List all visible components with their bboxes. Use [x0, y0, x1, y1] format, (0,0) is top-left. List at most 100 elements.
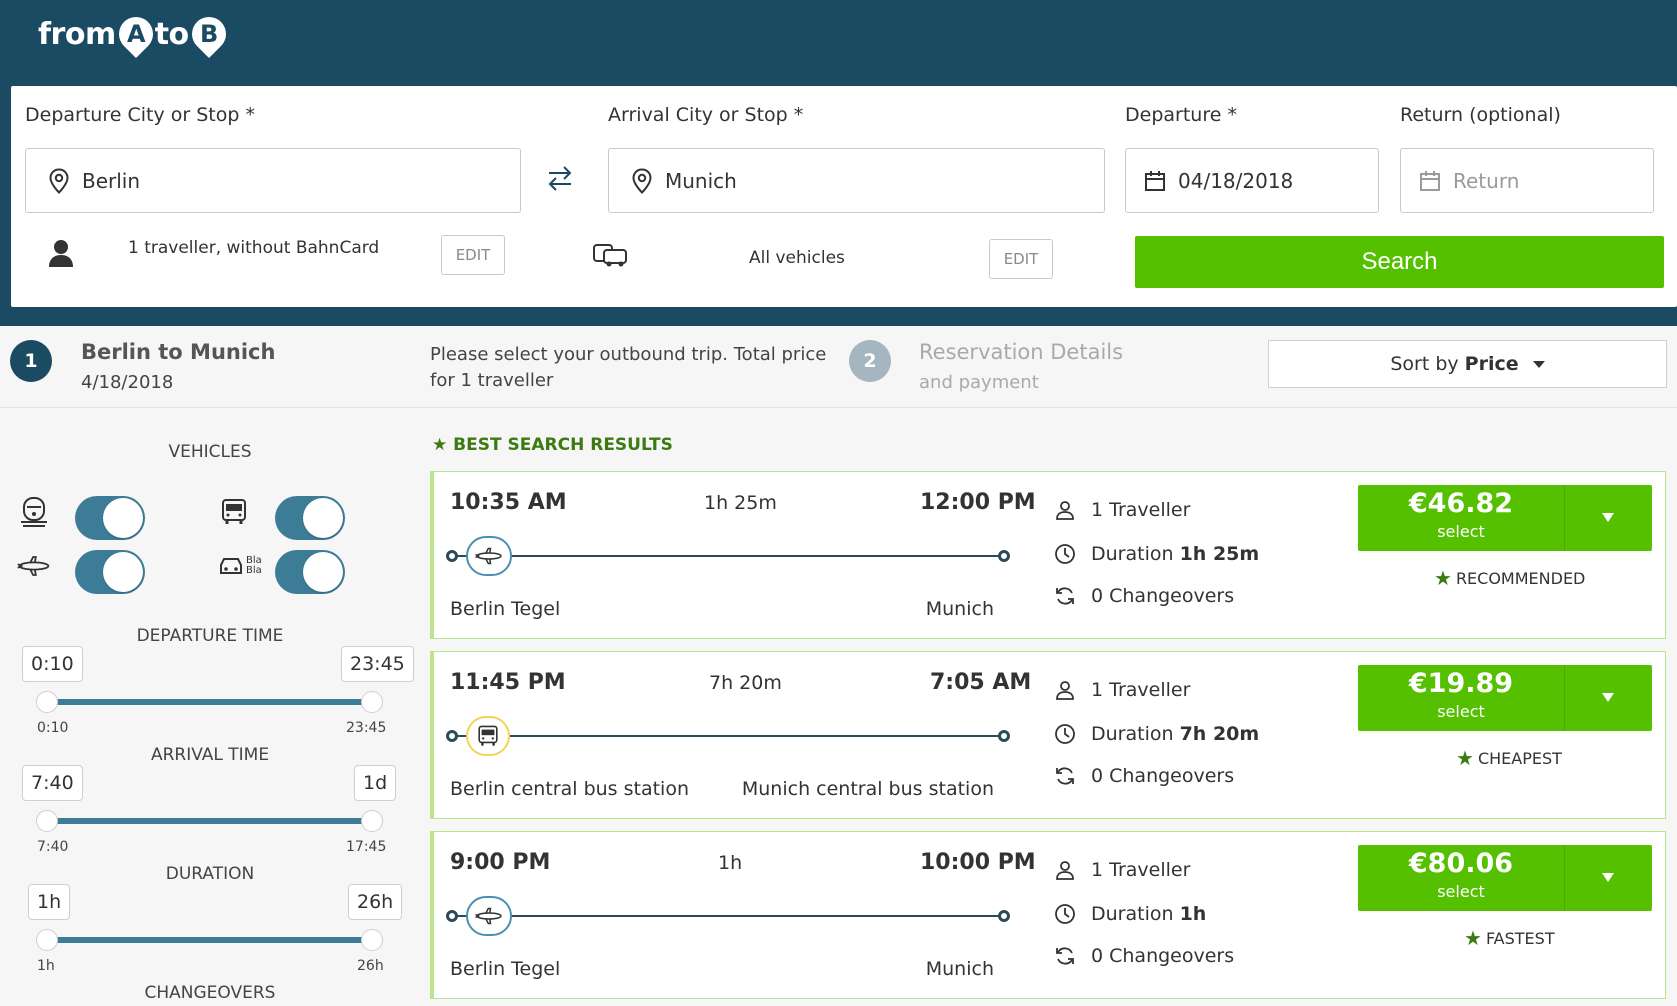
sort-dropdown[interactable]: Sort by Price — [1268, 340, 1667, 388]
traveller-icon — [47, 238, 77, 268]
edit-travellers-button[interactable]: EDIT — [441, 235, 505, 275]
swap-icon[interactable] — [545, 163, 575, 201]
trip-card[interactable]: 9:00 PM 1h 10:00 PM Berlin Tegel Munich … — [430, 831, 1666, 999]
step-2-sub: and payment — [919, 372, 1039, 393]
route-date: 4/18/2018 — [81, 372, 174, 393]
departure-min-handle[interactable] — [36, 691, 58, 713]
expand-arrow-icon[interactable] — [1602, 513, 1614, 522]
plane-icon — [466, 896, 512, 936]
destination-dot — [998, 550, 1010, 562]
fastest-tag: ★ FASTEST — [1464, 926, 1555, 950]
select-price-button[interactable]: €19.89 select — [1358, 665, 1652, 731]
changeovers-info: 0 Changeovers — [1053, 584, 1234, 608]
departure-input[interactable]: Berlin — [25, 148, 521, 213]
arrival-min-handle[interactable] — [36, 810, 58, 832]
route-title: Berlin to Munich — [81, 340, 276, 364]
arrive-time: 10:00 PM — [920, 850, 1036, 875]
arrival-label: Arrival City or Stop * — [608, 104, 804, 126]
travellers-info: 1 Traveller — [1053, 678, 1190, 702]
calendar-icon — [1142, 168, 1168, 194]
travellers-info: 1 Traveller — [1053, 498, 1190, 522]
select-label: select — [1437, 702, 1485, 721]
caret-down-icon — [1532, 360, 1545, 368]
origin-station: Berlin Tegel — [450, 598, 561, 620]
star-icon: ★ — [1434, 566, 1452, 590]
departure-value: Berlin — [82, 168, 141, 193]
depart-time: 9:00 PM — [450, 850, 551, 875]
travellers-summary: 1 traveller, without BahnCard — [128, 238, 380, 258]
arrival-min-pill: 7:40 — [22, 765, 83, 801]
plane-toggle[interactable] — [75, 550, 145, 594]
departure-date-value: 04/18/2018 — [1178, 168, 1294, 193]
duration-info: Duration 1h — [1053, 902, 1206, 926]
star-icon: ★ — [1456, 746, 1474, 770]
destination-station: Munich — [925, 958, 994, 980]
logo-pin-b: B — [184, 9, 233, 59]
price: €80.06 — [1408, 848, 1514, 879]
blablacar-icon: Bla Bla — [214, 550, 270, 582]
step-1-badge: 1 — [10, 340, 52, 382]
top-bar: from A to B — [0, 0, 1677, 86]
trip-duration: 1h 25m — [704, 492, 777, 514]
destination-dot — [998, 910, 1010, 922]
departure-time-heading: DEPARTURE TIME — [136, 626, 284, 646]
expand-arrow-icon[interactable] — [1602, 693, 1614, 702]
duration-info: Duration 7h 20m — [1053, 722, 1259, 746]
expand-arrow-icon[interactable] — [1602, 873, 1614, 882]
departure-date-input[interactable]: 04/18/2018 — [1125, 148, 1379, 213]
arrival-time-slider[interactable] — [46, 818, 372, 824]
origin-station: Berlin Tegel — [450, 958, 561, 980]
bus-toggle[interactable] — [275, 496, 345, 540]
blablacar-toggle[interactable] — [275, 550, 345, 594]
duration-min-handle[interactable] — [36, 929, 58, 951]
plane-icon — [16, 550, 52, 582]
trip-card[interactable]: 11:45 PM 7h 20m 7:05 AM Berlin central b… — [430, 651, 1666, 819]
departure-max-handle[interactable] — [361, 691, 383, 713]
duration-min-label: 1h — [37, 958, 55, 974]
star-icon: ★ — [432, 435, 448, 455]
changeovers-heading: CHANGEOVERS — [144, 983, 276, 1003]
location-pin-icon — [629, 167, 655, 194]
search-panel: Departure City or Stop * Berlin Arrival … — [0, 86, 1677, 326]
fromatob-logo[interactable]: from A to B — [38, 9, 233, 59]
logo-to: to — [154, 16, 189, 52]
clock-icon — [1053, 542, 1077, 566]
select-label: select — [1437, 882, 1485, 901]
duration-max-label: 26h — [357, 958, 384, 974]
calendar-icon — [1417, 168, 1443, 194]
edit-vehicles-button[interactable]: EDIT — [989, 239, 1053, 279]
departure-label: Departure City or Stop * — [25, 104, 255, 126]
duration-heading: DURATION — [165, 864, 255, 884]
return-label: Return (optional) — [1400, 104, 1561, 126]
return-date-input[interactable]: Return — [1400, 148, 1654, 213]
person-icon — [1053, 498, 1077, 522]
sort-prefix: Sort by — [1390, 353, 1459, 375]
arrival-input[interactable]: Munich — [608, 148, 1105, 213]
duration-max-handle[interactable] — [361, 929, 383, 951]
train-toggle[interactable] — [75, 496, 145, 540]
refresh-icon — [1053, 584, 1077, 608]
search-button[interactable]: Search — [1135, 236, 1664, 288]
plane-icon — [466, 536, 512, 576]
best-results-heading: ★ BEST SEARCH RESULTS — [432, 435, 673, 455]
duration-slider[interactable] — [46, 937, 372, 943]
blabla-label: Bla Bla — [246, 555, 262, 576]
travellers-info: 1 Traveller — [1053, 858, 1190, 882]
clock-icon — [1053, 902, 1077, 926]
arrival-max-handle[interactable] — [361, 810, 383, 832]
arrival-time-heading: ARRIVAL TIME — [150, 745, 270, 765]
logo-from: from — [38, 16, 116, 52]
departure-time-slider[interactable] — [46, 699, 372, 705]
origin-dot — [446, 910, 458, 922]
destination-dot — [998, 730, 1010, 742]
departure-max-pill: 23:45 — [341, 646, 414, 682]
select-price-button[interactable]: €80.06 select — [1358, 845, 1652, 911]
return-placeholder: Return — [1453, 168, 1520, 193]
duration-max-pill: 26h — [348, 884, 403, 920]
arrive-time: 7:05 AM — [930, 670, 1032, 695]
route-line — [450, 915, 1000, 917]
select-price-button[interactable]: €46.82 select — [1358, 485, 1652, 551]
trip-card[interactable]: 10:35 AM 1h 25m 12:00 PM Berlin Tegel Mu… — [430, 471, 1666, 639]
instruction-line-2: for 1 traveller — [430, 370, 554, 391]
departure-min-pill: 0:10 — [22, 646, 83, 682]
